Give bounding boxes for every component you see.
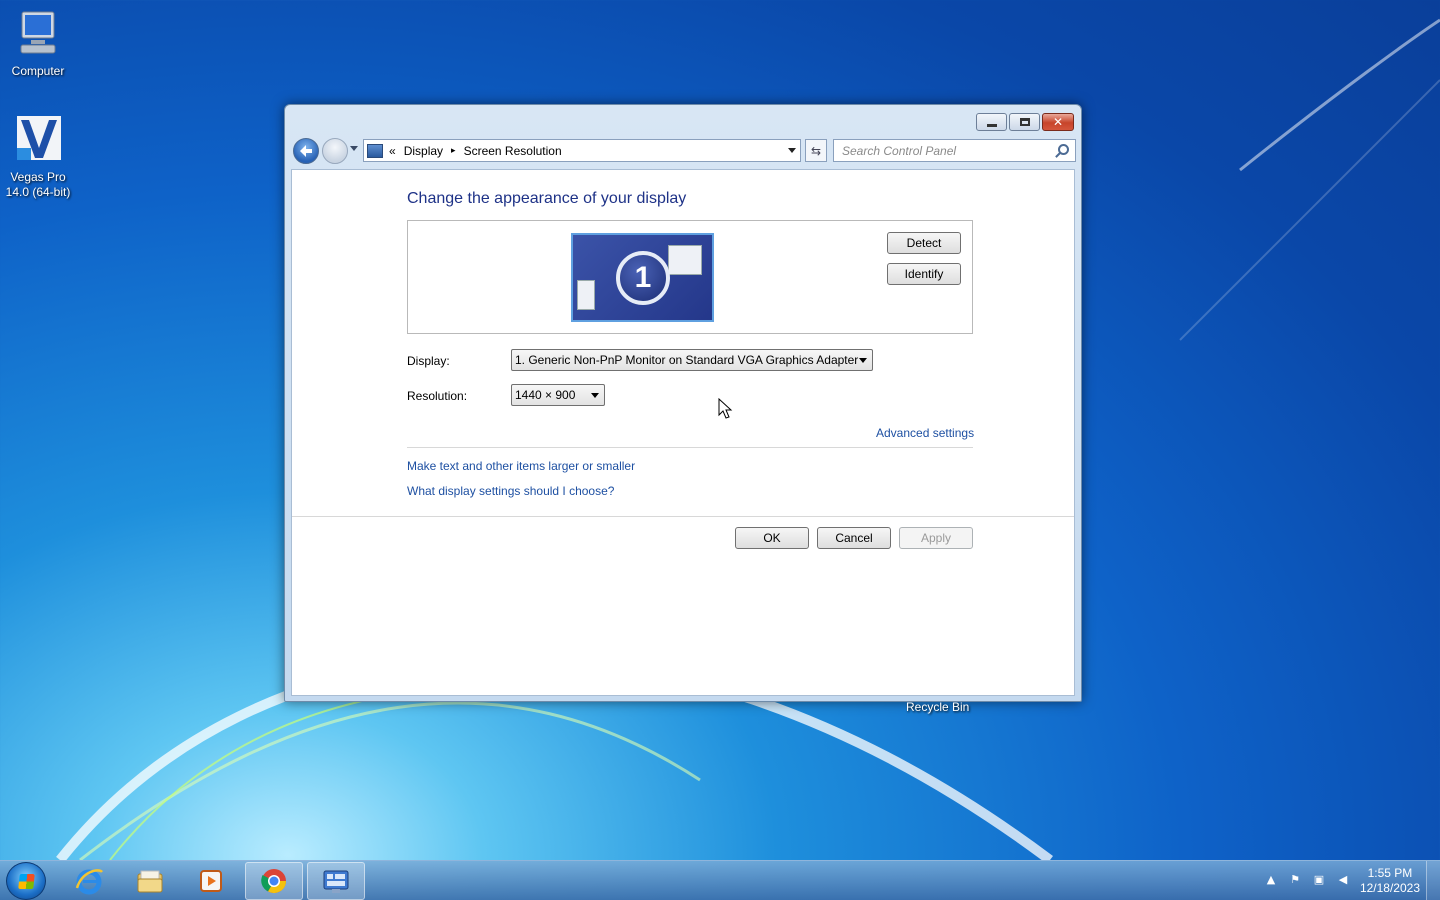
resolution-label: Resolution: xyxy=(407,389,468,403)
content-pane: Change the appearance of your display 1 … xyxy=(291,169,1075,696)
ok-button[interactable]: OK xyxy=(735,527,809,549)
recent-pages-dropdown[interactable] xyxy=(350,146,358,151)
page-title: Change the appearance of your display xyxy=(407,190,687,207)
mouse-cursor-icon xyxy=(718,398,733,419)
taskbar-media-player[interactable] xyxy=(182,862,240,900)
start-button[interactable] xyxy=(6,862,46,900)
text-size-link[interactable]: Make text and other items larger or smal… xyxy=(407,459,635,473)
taskbar-file-explorer[interactable] xyxy=(121,862,179,900)
resolution-select[interactable]: 1440 × 900 xyxy=(511,384,605,406)
display-select-value: 1. Generic Non-PnP Monitor on Standard V… xyxy=(515,353,859,367)
refresh-button[interactable]: ⇆ xyxy=(805,139,827,162)
advanced-settings-link[interactable]: Advanced settings xyxy=(876,426,974,440)
desktop-icon-computer[interactable]: Computer xyxy=(0,8,76,79)
chevron-down-icon xyxy=(859,358,867,363)
taskbar-internet-explorer[interactable] xyxy=(60,862,118,900)
control-panel-icon xyxy=(367,143,383,158)
clock-date: 12/18/2023 xyxy=(1359,881,1420,895)
divider xyxy=(407,447,973,448)
computer-icon xyxy=(20,11,56,54)
volume-muted-icon[interactable]: ◀ xyxy=(1336,873,1350,887)
desktop-icon-label: Vegas Pro xyxy=(10,170,66,184)
taskbar: ▲ ⚑ ▣ ◀ 1:55 PM 12/18/2023 xyxy=(0,860,1440,900)
action-center-flag-icon[interactable]: ⚑ xyxy=(1288,873,1302,887)
windows-logo-icon xyxy=(18,874,35,889)
desktop-icon-label: 14.0 (64-bit) xyxy=(5,185,71,199)
folder-icon xyxy=(137,870,163,893)
taskbar-chrome[interactable] xyxy=(245,862,303,900)
caption-buttons: ✕ xyxy=(974,113,1074,131)
clock-time: 1:55 PM xyxy=(1367,866,1413,880)
forward-button[interactable] xyxy=(322,138,348,164)
search-placeholder: Search Control Panel xyxy=(842,144,957,158)
identify-button[interactable]: Identify xyxy=(887,263,961,285)
chrome-icon xyxy=(261,869,286,894)
display-label: Display: xyxy=(407,354,450,368)
address-dropdown-icon[interactable] xyxy=(788,148,796,153)
back-arrow-icon xyxy=(300,145,312,157)
media-player-icon xyxy=(200,870,222,892)
monitor-arrangement-box: 1 Detect Identify xyxy=(407,220,973,334)
internet-explorer-icon xyxy=(75,869,103,895)
screen-resolution-window[interactable]: ✕ « Display ▸ Screen Resolution ⇆ Search… xyxy=(284,104,1082,702)
show-hidden-icons-icon[interactable]: ▲ xyxy=(1264,873,1278,887)
cancel-button[interactable]: Cancel xyxy=(817,527,891,549)
window-thumbnail-icon xyxy=(668,245,702,275)
display-settings-help-link[interactable]: What display settings should I choose? xyxy=(407,484,614,498)
close-button[interactable]: ✕ xyxy=(1042,113,1074,131)
vegas-pro-icon xyxy=(17,116,61,160)
clock[interactable]: 1:55 PM 12/18/2023 xyxy=(1360,866,1420,896)
breadcrumb-display[interactable]: Display xyxy=(404,144,443,158)
desktop-icon-label: Computer xyxy=(11,64,65,78)
navigation-bar: « Display ▸ Screen Resolution ⇆ Search C… xyxy=(292,137,1076,165)
divider xyxy=(292,516,1074,517)
search-icon[interactable] xyxy=(1058,144,1069,155)
refresh-icon: ⇆ xyxy=(810,143,822,158)
breadcrumb-screen-resolution[interactable]: Screen Resolution xyxy=(464,144,562,158)
close-icon: ✕ xyxy=(1052,115,1064,129)
address-bar[interactable]: « Display ▸ Screen Resolution xyxy=(363,139,801,162)
back-button[interactable] xyxy=(293,138,319,164)
taskbar-control-panel[interactable] xyxy=(307,862,365,900)
apply-button[interactable]: Apply xyxy=(899,527,973,549)
recycle-bin-label[interactable]: Recycle Bin xyxy=(906,700,969,714)
window-thumbnail-icon xyxy=(577,280,595,310)
desktop-icon-vegas-pro[interactable]: Vegas Pro 14.0 (64-bit) xyxy=(0,114,76,200)
maximize-icon xyxy=(1019,118,1030,126)
system-tray: ▲ ⚑ ▣ ◀ xyxy=(1264,873,1350,887)
breadcrumb-overflow[interactable]: « xyxy=(389,144,396,158)
network-icon[interactable]: ▣ xyxy=(1312,873,1326,887)
breadcrumb-separator-icon[interactable]: ▸ xyxy=(451,145,456,156)
display-select[interactable]: 1. Generic Non-PnP Monitor on Standard V… xyxy=(511,349,873,371)
chevron-down-icon xyxy=(591,393,599,398)
control-panel-icon xyxy=(323,870,349,893)
minimize-icon xyxy=(986,123,997,127)
resolution-select-value: 1440 × 900 xyxy=(515,388,576,402)
show-desktop-button[interactable] xyxy=(1426,861,1440,900)
search-input[interactable]: Search Control Panel xyxy=(833,139,1076,162)
minimize-button[interactable] xyxy=(976,113,1007,131)
detect-button[interactable]: Detect xyxy=(887,232,961,254)
monitor-1-thumbnail[interactable]: 1 xyxy=(571,233,714,322)
maximize-button[interactable] xyxy=(1009,113,1040,131)
monitor-number: 1 xyxy=(616,251,670,305)
